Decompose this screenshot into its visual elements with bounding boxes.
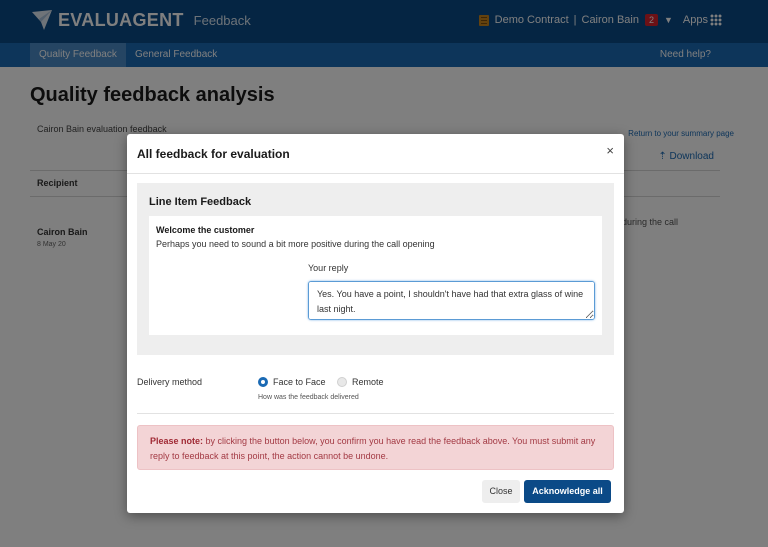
radio-label: Remote: [352, 377, 384, 387]
warning-alert: Please note: by clicking the button belo…: [137, 425, 614, 470]
divider: [137, 413, 614, 414]
close-icon[interactable]: ×: [606, 144, 614, 158]
feedback-modal: All feedback for evaluation × Line Item …: [127, 134, 624, 513]
divider: [127, 173, 624, 174]
radio-remote[interactable]: Remote: [337, 377, 384, 387]
radio-face-to-face[interactable]: Face to Face: [258, 377, 326, 387]
alert-text: by clicking the button below, you confir…: [150, 436, 596, 461]
radio-unselected-icon[interactable]: [337, 377, 347, 387]
reply-textarea[interactable]: Yes. You have a point, I shouldn't have …: [308, 281, 595, 320]
delivery-hint: How was the feedback delivered: [258, 394, 359, 401]
reply-label: Your reply: [308, 263, 349, 273]
acknowledge-all-button[interactable]: Acknowledge all: [524, 480, 611, 503]
radio-selected-icon[interactable]: [258, 377, 268, 387]
alert-strong: Please note:: [150, 436, 204, 446]
close-button[interactable]: Close: [482, 480, 520, 503]
line-item-panel: Line Item Feedback Welcome the customer …: [137, 183, 614, 355]
delivery-method-label: Delivery method: [137, 377, 203, 387]
modal-title: All feedback for evaluation: [137, 147, 290, 161]
feedback-heading: Welcome the customer: [156, 225, 255, 235]
section-title: Line Item Feedback: [149, 196, 252, 208]
radio-label: Face to Face: [273, 377, 326, 387]
feedback-card: Welcome the customer Perhaps you need to…: [149, 216, 602, 335]
feedback-text: Perhaps you need to sound a bit more pos…: [156, 239, 435, 249]
